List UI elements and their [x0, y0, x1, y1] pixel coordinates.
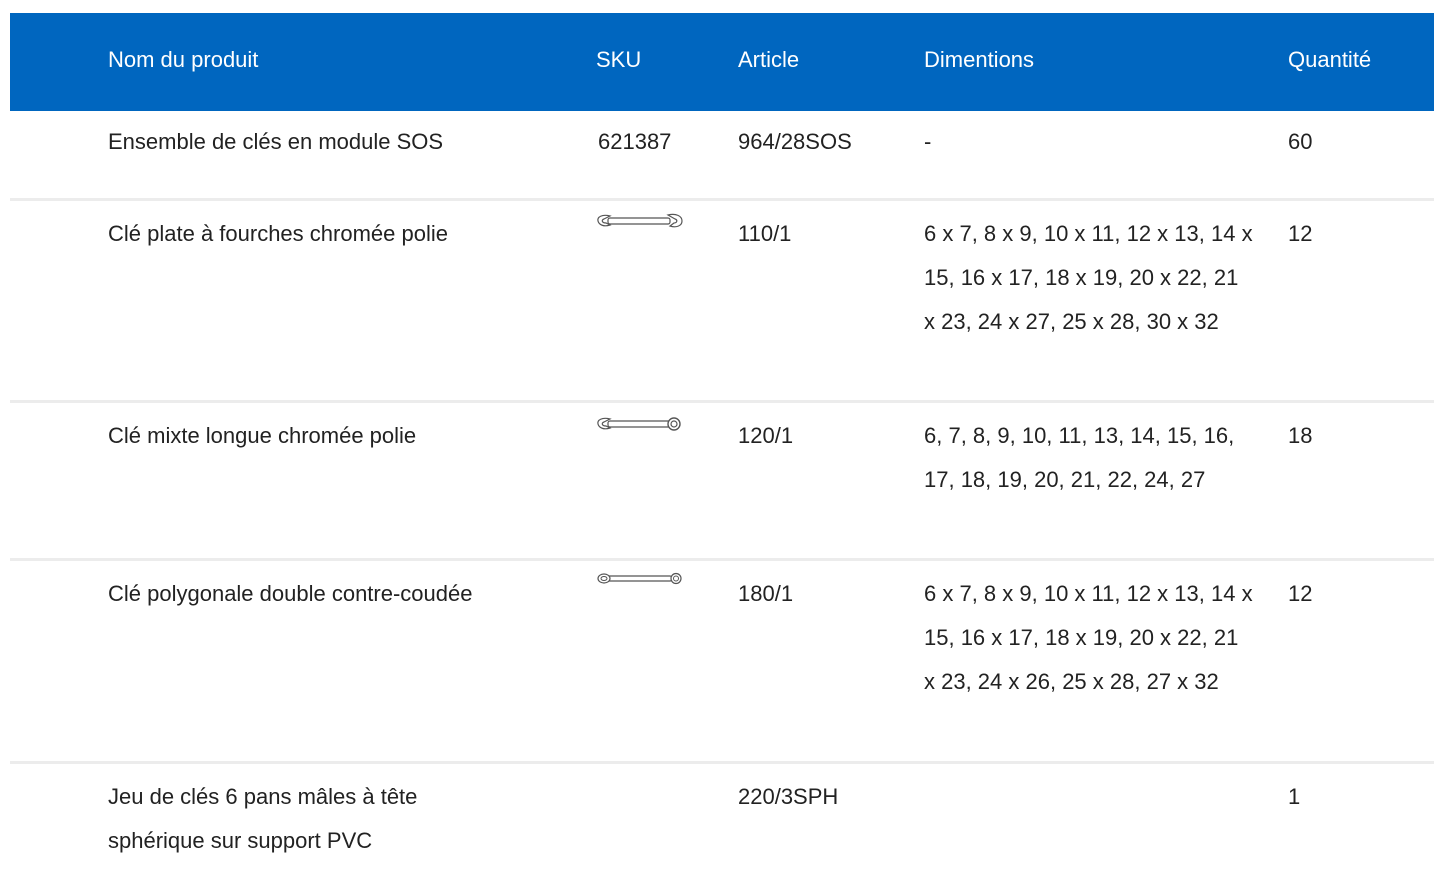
table-row: Jeu de clés 6 pans mâles à tête sphériqu…	[10, 764, 1434, 869]
product-article: 180/1	[738, 581, 794, 606]
header-dimensions: Dimentions	[924, 47, 1035, 72]
header-quantity: Quantité	[1288, 47, 1372, 72]
product-name: Clé plate à fourches chromée polie	[108, 221, 448, 246]
table-row: Clé plate à fourches chromée polie 110/1…	[10, 201, 1434, 403]
product-quantity: 18	[1288, 423, 1313, 448]
open-end-wrench-icon	[596, 212, 684, 232]
table-row: Clé mixte longue chromée polie 120/1 6, …	[10, 403, 1434, 561]
product-article: 110/1	[738, 221, 792, 246]
product-article: 964/28SOS	[738, 129, 852, 154]
table-row: Clé polygonale double contre-coudée 180/…	[10, 561, 1434, 764]
combination-wrench-icon	[596, 414, 684, 434]
product-dimensions: 6, 7, 8, 9, 10, 11, 13, 14, 15, 16, 17, …	[924, 423, 1235, 492]
double-ring-wrench-icon	[596, 569, 684, 589]
header-article: Article	[738, 47, 800, 72]
product-quantity: 60	[1288, 129, 1313, 154]
product-dimensions: 6 x 7, 8 x 9, 10 x 11, 12 x 13, 14 x 15,…	[924, 581, 1253, 694]
table-header: Nom du produit SKU Article Dimentions Qu…	[10, 13, 1434, 111]
product-article: 220/3SPH	[738, 784, 839, 809]
header-sku: SKU	[596, 47, 642, 72]
product-quantity: 1	[1288, 784, 1301, 809]
header-name: Nom du produit	[108, 47, 259, 72]
product-name: Jeu de clés 6 pans mâles à tête sphériqu…	[108, 784, 418, 853]
product-name: Ensemble de clés en module SOS	[108, 129, 444, 154]
product-table: Nom du produit SKU Article Dimentions Qu…	[10, 13, 1434, 869]
product-article: 120/1	[738, 423, 794, 448]
product-dimensions: -	[924, 129, 932, 154]
product-dimensions: 6 x 7, 8 x 9, 10 x 11, 12 x 13, 14 x 15,…	[924, 221, 1253, 334]
product-sku: 621387	[598, 129, 672, 154]
product-name: Clé polygonale double contre-coudée	[108, 581, 473, 606]
product-name: Clé mixte longue chromée polie	[108, 423, 417, 448]
product-quantity: 12	[1288, 221, 1313, 246]
table-row: Ensemble de clés en module SOS 621387 96…	[10, 111, 1434, 201]
product-quantity: 12	[1288, 581, 1313, 606]
